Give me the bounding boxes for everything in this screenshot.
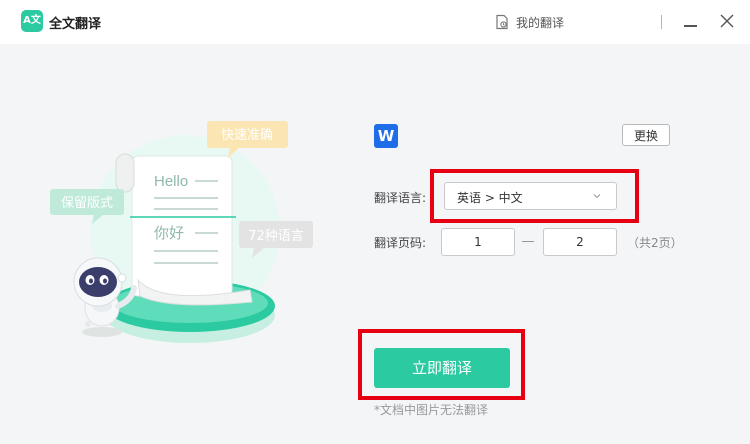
app-title: 全文翻译	[49, 17, 102, 32]
bubble-keep-layout-text: 保留版式	[61, 196, 113, 211]
pages-label: 翻译页码:	[374, 236, 427, 250]
language-label: 翻译语言:	[374, 191, 427, 205]
my-translations-button[interactable]: 我的翻译	[494, 12, 564, 32]
chevron-down-icon	[593, 194, 601, 199]
my-translations-label: 我的翻译	[516, 15, 565, 30]
language-select[interactable]: 英语 > 中文	[444, 182, 617, 210]
image-note-text: *文档中图片无法翻译	[374, 403, 489, 417]
bubble-fast-accurate-text: 快速准确	[221, 128, 273, 143]
page-range-dash	[522, 241, 534, 242]
page-from-input[interactable]	[441, 228, 515, 256]
translate-now-button[interactable]: 立即翻译	[374, 348, 510, 388]
window-controls-divider	[661, 15, 662, 29]
close-icon[interactable]	[719, 13, 735, 29]
doc-nihao-text: 你好	[154, 224, 184, 242]
app-logo-icon: A文	[21, 10, 43, 32]
language-select-value: 英语 > 中文	[457, 191, 523, 205]
document-history-icon	[496, 14, 508, 30]
doc-hello-text: Hello	[154, 173, 188, 190]
minimize-icon[interactable]	[684, 25, 697, 27]
total-pages-text: （共2页）	[627, 236, 683, 250]
translation-illustration: Hello 你好 快速准确 保留版式 72种语言	[50, 121, 313, 343]
scroll-top-roll	[115, 153, 135, 193]
bubble-72-languages-text: 72种语言	[248, 229, 304, 244]
change-file-button[interactable]: 更换	[622, 124, 670, 146]
word-file-icon: W	[374, 124, 398, 148]
page-to-input[interactable]	[543, 228, 617, 256]
title-bar: A文 全文翻译 我的翻译	[0, 0, 750, 44]
